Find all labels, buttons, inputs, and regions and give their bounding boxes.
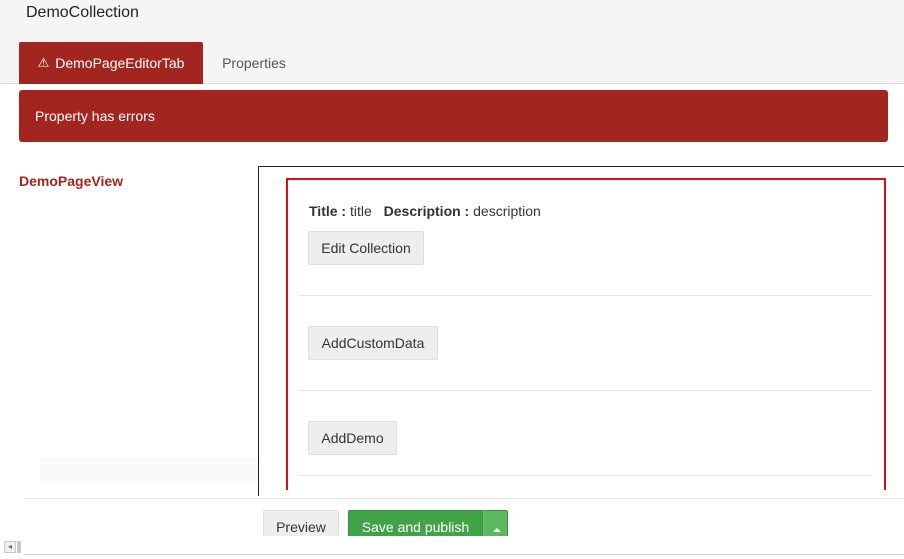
button-label: Preview [276,519,326,535]
button-label: AddDemo [321,430,384,446]
page-title: DemoCollection [26,4,139,21]
add-custom-data-button[interactable]: AddCustomData [308,326,438,360]
bottom-divider [24,554,904,555]
title-label: Title : [309,203,347,219]
tab-label: Properties [222,55,286,71]
tab-properties[interactable]: Properties [207,42,301,84]
description-label: Description : [383,203,470,219]
tab-demo-page-editor[interactable]: ⚠ DemoPageEditorTab [19,42,203,84]
description-value: description [473,203,541,219]
error-message: Property has errors [35,108,155,124]
scrollbar-thumb[interactable] [17,541,21,553]
page-header: DemoCollection ⚠ DemoPageEditorTab Prope… [0,0,904,84]
button-label: AddCustomData [321,335,425,351]
error-banner: Property has errors [19,90,888,142]
horizontal-scrollbar[interactable]: ◂ [0,536,904,559]
divider [298,475,872,476]
title-value: title [349,203,372,219]
warning-icon: ⚠ [37,55,50,70]
edit-collection-button[interactable]: Edit Collection [308,231,424,265]
caret-up-icon [493,528,501,532]
divider [298,295,872,296]
button-label: Edit Collection [321,240,411,256]
sidebar-shade [40,458,258,482]
property-label: DemoPageView [19,173,124,189]
add-demo-button[interactable]: AddDemo [308,421,397,455]
footer-divider [24,498,904,499]
scroll-left-icon[interactable]: ◂ [4,541,16,553]
scrollbar-track[interactable] [0,536,904,559]
button-label: Save and publish [361,519,470,535]
tab-label: DemoPageEditorTab [55,55,185,71]
divider [298,390,872,391]
collection-info: Title : title Description : description [309,203,541,219]
